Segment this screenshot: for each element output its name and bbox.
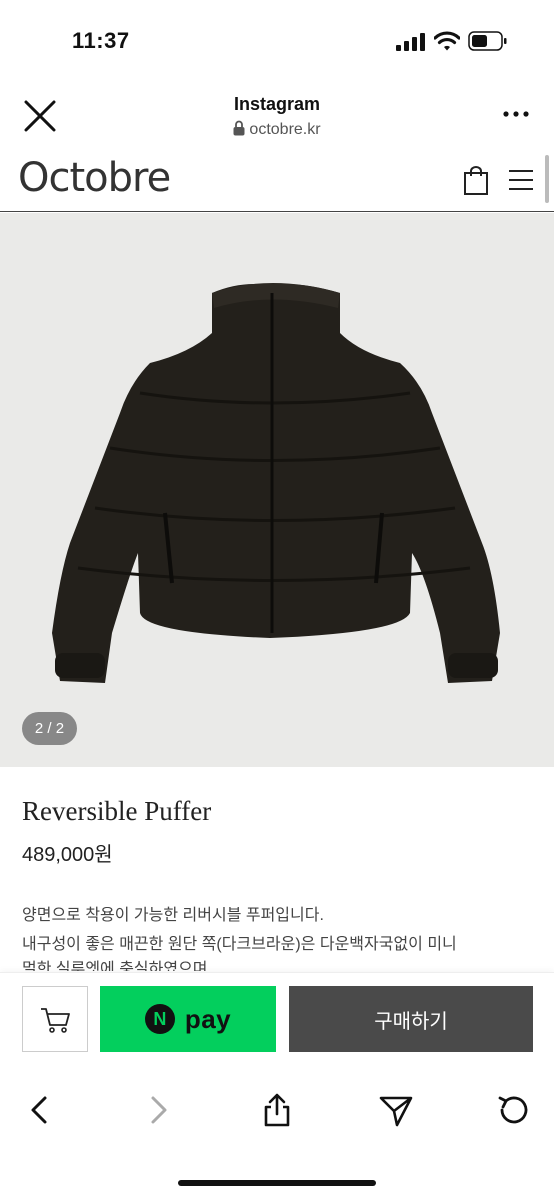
buy-now-button[interactable]: 구매하기 <box>289 986 533 1052</box>
image-counter: 2 / 2 <box>22 712 77 745</box>
forward-icon[interactable] <box>140 1092 176 1128</box>
share-icon[interactable] <box>259 1092 295 1128</box>
npay-label: pay <box>184 1003 232 1034</box>
scrollbar[interactable] <box>545 155 549 203</box>
url-display: octobre.kr <box>0 120 554 139</box>
url-text: octobre.kr <box>249 121 321 138</box>
site-logo[interactable]: Octobre <box>18 155 171 201</box>
product-name: Reversible Puffer <box>22 796 212 826</box>
back-icon[interactable] <box>22 1092 58 1128</box>
status-time: 11:37 <box>72 28 130 53</box>
more-icon <box>503 111 529 117</box>
product-description-line: 내구성이 좋은 매끈한 원단 쪽(다크브라운)은 다운백자국없이 미니 <box>22 936 457 953</box>
npay-button[interactable]: N pay <box>100 986 276 1052</box>
home-indicator[interactable] <box>178 1180 376 1186</box>
lock-icon <box>233 120 245 136</box>
product-price: 489,000원 <box>22 844 113 866</box>
puffer-jacket-image <box>52 283 500 683</box>
page-source-title: Instagram <box>233 94 321 114</box>
shopping-bag-icon[interactable] <box>462 166 490 196</box>
add-to-cart-button[interactable] <box>22 986 88 1052</box>
battery-icon <box>468 31 507 51</box>
signal-icon <box>396 33 425 51</box>
send-icon[interactable] <box>378 1092 414 1128</box>
wifi-icon <box>434 31 460 51</box>
hamburger-menu-icon[interactable] <box>508 168 534 192</box>
product-image[interactable] <box>0 213 554 767</box>
reload-icon[interactable] <box>496 1092 532 1128</box>
product-description-line: 양면으로 착용이 가능한 리버시블 푸퍼입니다. <box>22 907 324 924</box>
cart-icon <box>41 1008 70 1033</box>
product-description-line: 멀한 실루엣에 충실하였으며, <box>22 961 212 971</box>
more-options-button[interactable] <box>498 100 534 128</box>
npay-logo-icon: N <box>144 1004 175 1034</box>
